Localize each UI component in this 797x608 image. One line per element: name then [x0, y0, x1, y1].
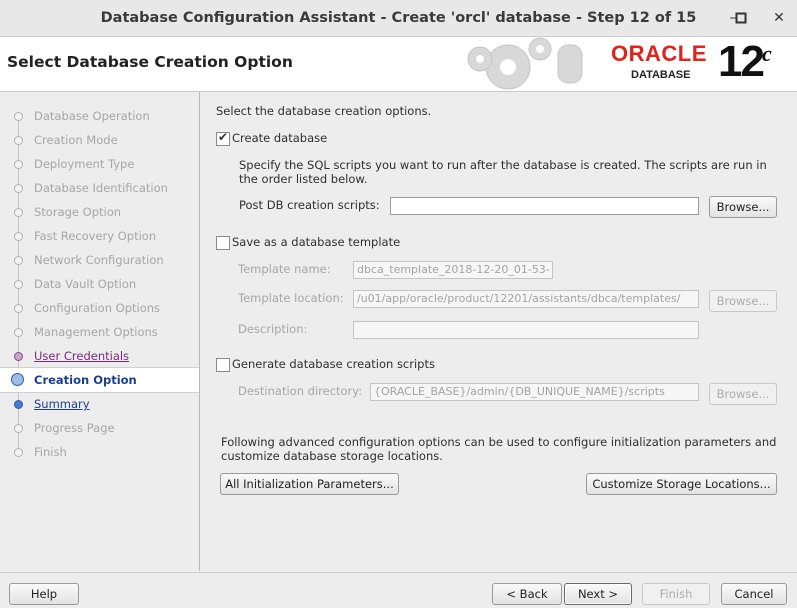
step-dot-icon [14, 400, 23, 409]
version-suffix: c [762, 41, 772, 66]
step-label[interactable]: Summary [34, 392, 90, 416]
step-database-identification: Database Identification [0, 176, 199, 200]
finish-button[interactable]: Finish [642, 583, 710, 605]
back-button[interactable]: < Back [492, 583, 562, 605]
maximize-glyph [735, 12, 747, 24]
step-label: Database Identification [34, 181, 168, 195]
step-label: Database Operation [34, 109, 150, 123]
step-configuration-options: Configuration Options [0, 296, 199, 320]
wizard-footer: Help < Back Next > Finish Cancel [0, 572, 797, 608]
step-creation-option: Creation Option [0, 367, 199, 393]
destination-browse-button[interactable]: Browse... [709, 383, 777, 405]
next-button[interactable]: Next > [564, 583, 632, 605]
step-label: Progress Page [34, 421, 115, 435]
template-description-input[interactable] [353, 321, 699, 339]
step-dot-icon [14, 160, 23, 169]
post-scripts-browse-button[interactable]: Browse... [709, 196, 777, 218]
step-label: Creation Mode [34, 133, 118, 147]
cancel-button[interactable]: Cancel [721, 583, 787, 605]
step-dot-icon [14, 112, 23, 121]
step-label: Storage Option [34, 205, 122, 219]
advanced-options-text-line2: customize database storage locations. [221, 449, 443, 463]
wizard-steps-sidebar: Database Operation Creation Mode Deploym… [0, 92, 200, 571]
step-fast-recovery-option: Fast Recovery Option [0, 224, 199, 248]
step-dot-icon [14, 352, 23, 361]
step-current-icon [11, 373, 24, 386]
page-header: Select Database Creation Option ORACLE D… [0, 37, 797, 92]
step-label: Network Configuration [34, 253, 164, 267]
step-label: Finish [34, 445, 67, 459]
window-title: Database Configuration Assistant - Creat… [100, 10, 697, 26]
step-dot-icon [14, 448, 23, 457]
post-scripts-label: Post DB creation scripts: [239, 198, 380, 212]
gears-decoration-icon [467, 37, 583, 90]
step-dot-icon [14, 424, 23, 433]
step-dot-icon [14, 184, 23, 193]
template-description-label: Description: [238, 322, 308, 336]
step-label: Fast Recovery Option [34, 229, 157, 243]
step-management-options: Management Options [0, 320, 199, 344]
template-location-input[interactable]: /u01/app/oracle/product/12201/assistants… [353, 290, 699, 308]
all-initialization-parameters-button[interactable]: All Initialization Parameters... [220, 473, 399, 495]
generate-scripts-label[interactable]: Generate database creation scripts [232, 357, 435, 371]
maximize-icon[interactable] [730, 7, 752, 29]
step-dot-icon [14, 280, 23, 289]
destination-directory-label: Destination directory: [238, 384, 363, 398]
template-location-browse-button[interactable]: Browse... [709, 290, 777, 312]
step-deployment-type: Deployment Type [0, 152, 199, 176]
generate-scripts-checkbox[interactable] [216, 358, 230, 372]
step-dot-icon [14, 232, 23, 241]
step-dot-icon [14, 256, 23, 265]
step-dot-icon [14, 136, 23, 145]
version-number: 12 [718, 37, 765, 86]
step-dot-icon [14, 328, 23, 337]
step-user-credentials[interactable]: User Credentials [0, 344, 199, 368]
step-label[interactable]: User Credentials [34, 344, 129, 368]
step-label: Creation Option [34, 373, 137, 387]
step-database-operation: Database Operation [0, 104, 199, 128]
close-icon[interactable]: ✕ [768, 7, 790, 29]
advanced-options-text-line1: Following advanced configuration options… [221, 435, 777, 449]
step-label: Deployment Type [34, 157, 135, 171]
step-network-configuration: Network Configuration [0, 248, 199, 272]
post-scripts-description-line2: the order listed below. [239, 172, 368, 186]
window-titlebar: Database Configuration Assistant - Creat… [0, 0, 797, 37]
step-dot-icon [14, 304, 23, 313]
template-name-input[interactable]: dbca_template_2018-12-20_01-53- [353, 261, 553, 279]
step-label: Management Options [34, 325, 158, 339]
template-location-label: Template location: [238, 291, 344, 305]
post-scripts-input[interactable] [390, 197, 699, 215]
destination-directory-input[interactable]: {ORACLE_BASE}/admin/{DB_UNIQUE_NAME}/scr… [370, 383, 699, 401]
help-button[interactable]: Help [9, 583, 79, 605]
oracle-logo: ORACLE [611, 41, 707, 66]
step-label: Data Vault Option [34, 277, 137, 291]
step-label: Configuration Options [34, 301, 161, 315]
step-creation-mode: Creation Mode [0, 128, 199, 152]
create-database-label[interactable]: Create database [232, 131, 327, 145]
step-storage-option: Storage Option [0, 200, 199, 224]
step-progress-page: Progress Page [0, 416, 199, 440]
step-summary[interactable]: Summary [0, 392, 199, 416]
template-name-label: Template name: [238, 262, 331, 276]
step-data-vault-option: Data Vault Option [0, 272, 199, 296]
step-finish: Finish [0, 440, 199, 464]
main-panel: Select the database creation options. Cr… [200, 92, 797, 571]
intro-text: Select the database creation options. [216, 104, 432, 118]
create-database-checkbox[interactable] [216, 130, 230, 146]
oracle-database-label: DATABASE [631, 69, 691, 81]
save-template-checkbox[interactable] [216, 236, 230, 250]
customize-storage-locations-button[interactable]: Customize Storage Locations... [586, 473, 777, 495]
page-title: Select Database Creation Option [7, 53, 293, 71]
save-template-label[interactable]: Save as a database template [232, 235, 400, 249]
post-scripts-description-line1: Specify the SQL scripts you want to run … [239, 158, 767, 172]
step-dot-icon [14, 208, 23, 217]
